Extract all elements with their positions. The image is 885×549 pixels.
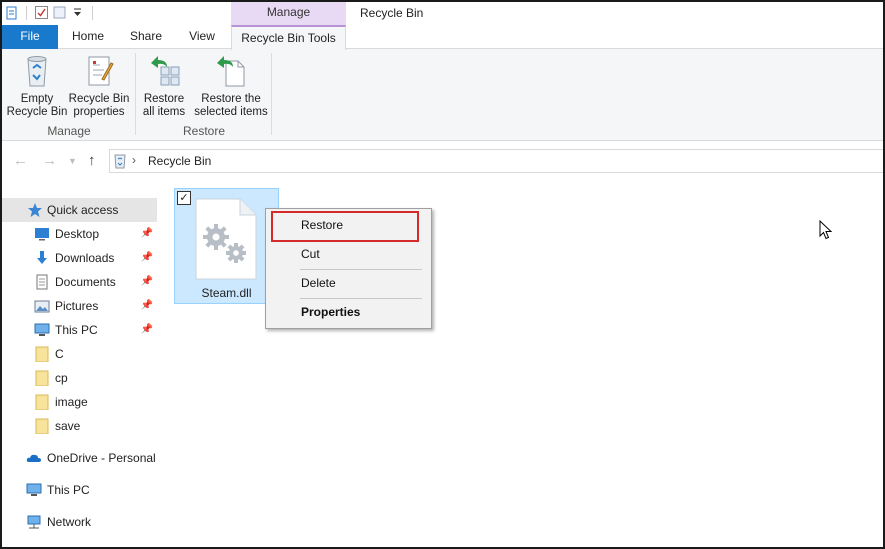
sidebar-item-documents[interactable]: Documents 📌 [2, 270, 157, 294]
network-icon [26, 514, 42, 530]
breadcrumb-chevron-icon[interactable]: › [132, 153, 136, 167]
recycle-bin-address-icon [113, 153, 127, 169]
sidebar-label: Downloads [55, 251, 115, 265]
file-item-steam-dll[interactable]: ✓ Steam.dll [174, 188, 279, 304]
menu-item-delete[interactable]: Delete [266, 272, 431, 294]
sidebar-item-folder-image[interactable]: image [2, 390, 157, 414]
recycle-bin-icon [20, 53, 54, 89]
sidebar-label: cp [55, 371, 68, 385]
pin-icon[interactable]: 📌 [141, 270, 153, 294]
sidebar-item-desktop[interactable]: Desktop 📌 [2, 222, 157, 246]
sidebar-label: Documents [55, 275, 116, 289]
empty-recycle-bin-label: Empty Recycle Bin [6, 93, 68, 118]
ribbon-tabs: File Home Share View Recycle Bin Tools [2, 25, 883, 50]
sidebar-item-this-pc-pinned[interactable]: This PC 📌 [2, 318, 157, 342]
sidebar-label: This PC [47, 483, 90, 497]
empty-recycle-bin-button[interactable]: Empty Recycle Bin [6, 53, 68, 119]
folder-icon [34, 418, 50, 435]
restore-all-icon [147, 53, 181, 89]
pin-icon[interactable]: 📌 [141, 294, 153, 318]
desktop-icon [34, 226, 50, 242]
pictures-icon [34, 298, 50, 314]
pin-icon[interactable]: 📌 [141, 246, 153, 270]
documents-icon [34, 274, 50, 290]
pin-icon[interactable]: 📌 [141, 318, 153, 342]
menu-item-cut[interactable]: Cut [266, 243, 431, 265]
properties-icon [82, 53, 116, 89]
sidebar-label: save [55, 419, 81, 433]
computer-icon [34, 322, 50, 338]
sidebar-label: Network [47, 515, 92, 529]
sidebar-item-network[interactable]: Network [2, 510, 157, 534]
restore-selected-items-button[interactable]: Restore the selected items [192, 53, 270, 119]
folder-icon [34, 394, 50, 411]
ribbon-group-restore: Restore all items Restore the selected i… [136, 49, 272, 141]
title-bar: Manage Recycle Bin [2, 2, 883, 25]
sidebar-item-folder-cp[interactable]: cp [2, 366, 157, 390]
download-icon [34, 250, 50, 266]
sidebar-item-this-pc[interactable]: This PC [2, 478, 157, 502]
navigation-bar: ← → ▼ ↑ › Recycle Bin [2, 142, 883, 180]
restore-selected-items-label: Restore the selected items [194, 93, 268, 118]
navigation-pane: Quick access Desktop 📌 Downloads 📌 Docum… [2, 182, 157, 547]
window-title: Recycle Bin [360, 6, 424, 20]
recycle-bin-properties-label: Recycle Bin properties [68, 93, 130, 118]
sidebar-label: Pictures [55, 299, 99, 313]
sidebar-label: OneDrive - Personal [47, 451, 156, 465]
group-label-manage: Manage [47, 124, 91, 138]
tab-recycle-bin-tools[interactable]: Recycle Bin Tools [231, 25, 346, 50]
manage-context-tab-header: Manage [231, 2, 346, 25]
folder-icon [34, 370, 50, 387]
mouse-pointer-icon [819, 219, 833, 240]
pin-icon[interactable]: 📌 [141, 222, 153, 246]
recent-locations-chevron-icon[interactable]: ▼ [68, 156, 77, 166]
sidebar-label: image [55, 395, 88, 409]
properties-check-icon[interactable] [34, 5, 49, 20]
menu-item-restore[interactable]: Restore [266, 214, 431, 236]
sidebar-item-onedrive[interactable]: OneDrive - Personal [2, 446, 157, 470]
address-bar[interactable]: › Recycle Bin [109, 149, 883, 173]
ribbon-group-manage: Empty Recycle Bin Recycle Bin properties… [2, 49, 136, 141]
sidebar-label: This PC [55, 323, 98, 337]
sidebar-item-folder-save[interactable]: save [2, 414, 157, 438]
restore-all-items-button[interactable]: Restore all items [140, 53, 188, 119]
qat-dropdown-icon[interactable] [70, 5, 85, 20]
group-label-restore: Restore [182, 124, 226, 138]
sidebar-item-folder-c[interactable]: C [2, 342, 157, 366]
sidebar-item-downloads[interactable]: Downloads 📌 [2, 246, 157, 270]
tab-home[interactable]: Home [60, 25, 116, 49]
folder-icon [34, 346, 50, 363]
tab-file[interactable]: File [2, 25, 58, 49]
new-folder-icon[interactable] [52, 5, 67, 20]
restore-selected-icon [214, 53, 248, 89]
back-arrow-icon[interactable]: ← [13, 152, 28, 169]
dll-file-gears-icon [194, 197, 258, 281]
item-checkbox[interactable]: ✓ [177, 191, 191, 205]
sidebar-label: C [55, 347, 64, 361]
menu-separator [300, 269, 422, 270]
sidebar-label: Quick access [47, 203, 119, 217]
up-arrow-icon[interactable]: ↑ [88, 152, 96, 169]
recycle-bin-small-icon[interactable] [4, 5, 19, 20]
context-menu: Restore Cut Delete Properties [265, 208, 432, 329]
sidebar-label: Desktop [55, 227, 100, 241]
menu-item-properties[interactable]: Properties [266, 301, 431, 323]
restore-all-items-label: Restore all items [142, 93, 186, 118]
quick-access-toolbar [4, 5, 97, 20]
menu-separator [300, 298, 422, 299]
explorer-window: Manage Recycle Bin File Home Share View … [0, 0, 885, 549]
sidebar-item-quick-access[interactable]: Quick access [2, 198, 157, 222]
sidebar-item-pictures[interactable]: Pictures 📌 [2, 294, 157, 318]
ribbon: Empty Recycle Bin Recycle Bin properties… [2, 49, 883, 141]
onedrive-cloud-icon [26, 450, 42, 466]
recycle-bin-properties-button[interactable]: Recycle Bin properties [68, 53, 130, 119]
computer-icon [26, 482, 42, 498]
file-name-label: Steam.dll [201, 286, 252, 300]
tab-view[interactable]: View [174, 25, 230, 49]
star-icon [27, 202, 43, 218]
tab-share[interactable]: Share [118, 25, 174, 49]
forward-arrow-icon[interactable]: → [42, 152, 57, 169]
breadcrumb-recycle-bin[interactable]: Recycle Bin [148, 154, 211, 168]
